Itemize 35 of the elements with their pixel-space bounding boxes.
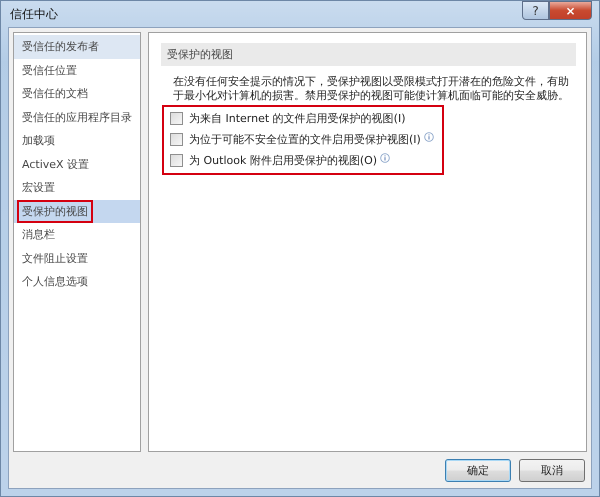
sidebar-item[interactable]: 受信任位置 [14, 58, 140, 82]
sidebar-item-label: 宏设置 [21, 180, 56, 196]
sidebar-item[interactable]: 个人信息选项 [14, 270, 140, 294]
sidebar-item[interactable]: 受信任的发布者 [14, 35, 140, 58]
checkbox[interactable] [170, 133, 183, 146]
sidebar-item[interactable]: 受信任的应用程序目录 [14, 106, 140, 129]
checkbox-option[interactable]: 为位于可能不安全位置的文件启用受保护视图(I) [170, 129, 434, 150]
sidebar-item-label: 受信任位置 [21, 62, 78, 79]
ok-button[interactable]: 确定 [445, 458, 511, 482]
cancel-button[interactable]: 取消 [519, 458, 585, 482]
sidebar-item[interactable]: 文件阻止设置 [14, 246, 140, 270]
help-button[interactable]: ? [522, 1, 549, 20]
window-title: 信任中心 [10, 6, 58, 22]
description-text: 在没有任何安全提示的情况下，受保护视图以受限模式打开潜在的危险文件，有助于最小化对计算机的损害。禁用受保护的视图可能使计算机面临可能的安全威胁。 [173, 75, 570, 103]
sidebar-item[interactable]: 受信任的文档 [14, 82, 140, 106]
checkbox[interactable] [170, 112, 183, 125]
sidebar-item-label: 消息栏 [21, 227, 56, 244]
close-button[interactable]: × [549, 1, 592, 20]
sidebar-item-label: 受保护的视图 [17, 200, 93, 223]
sidebar-item-label: ActiveX 设置 [21, 156, 90, 173]
sidebar-item-label: 加载项 [21, 133, 56, 150]
sidebar-item-label: 受信任的文档 [21, 86, 89, 102]
sidebar-item[interactable]: ActiveX 设置 [14, 152, 140, 176]
sidebar-item-label: 个人信息选项 [21, 274, 89, 290]
sidebar-item-label: 文件阻止设置 [21, 250, 89, 267]
section-heading: 受保护的视图 [161, 43, 576, 66]
checkbox[interactable] [170, 154, 183, 167]
checkbox-option[interactable]: 为来自 Internet 的文件启用受保护的视图(I) [170, 108, 434, 129]
sidebar-item[interactable]: 加载项 [14, 129, 140, 152]
checkbox-option[interactable]: 为 Outlook 附件启用受保护的视图(O) [170, 150, 434, 171]
sidebar-item-label: 受信任的发布者 [21, 39, 100, 56]
sidebar-item[interactable]: 受保护的视图 [14, 200, 140, 223]
sidebar-item[interactable]: 宏设置 [14, 176, 140, 200]
sidebar-item[interactable]: 消息栏 [14, 223, 140, 246]
sidebar-item-label: 受信任的应用程序目录 [21, 110, 133, 126]
